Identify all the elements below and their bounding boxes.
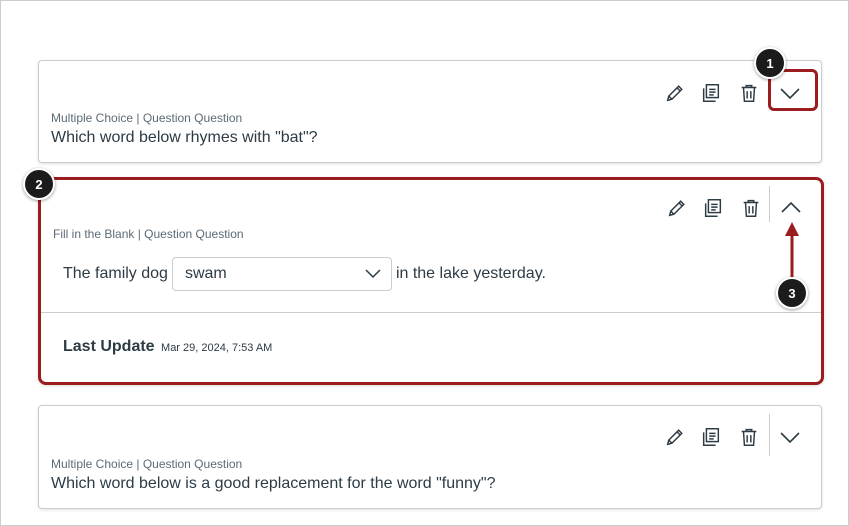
question-card-1: Multiple Choice | Question Question Whic… — [38, 60, 822, 163]
divider — [769, 186, 770, 222]
callout-arrow — [785, 222, 799, 280]
blank-suffix: in the lake yesterday. — [395, 265, 546, 282]
edit-icon[interactable] — [661, 423, 689, 451]
edit-icon[interactable] — [663, 194, 691, 222]
callout-badge-2: 2 — [23, 168, 55, 200]
copy-icon[interactable] — [699, 194, 727, 222]
copy-icon[interactable] — [697, 423, 725, 451]
callout-badge-3: 3 — [776, 277, 808, 309]
question-card-2: Fill in the Blank | Question Question Th… — [38, 177, 824, 385]
question-text: Which word below rhymes with "bat"? — [51, 129, 318, 146]
fill-in-blank-row: The family dog swam in the lake yesterda… — [63, 256, 546, 292]
trash-icon[interactable] — [735, 423, 763, 451]
answer-select[interactable]: swam — [171, 257, 392, 291]
trash-icon[interactable] — [735, 79, 763, 107]
question-meta: Multiple Choice | Question Question — [51, 111, 243, 125]
divider — [769, 414, 770, 456]
question-card-3: Multiple Choice | Question Question Whic… — [38, 405, 822, 509]
last-update-date: Mar 29, 2024, 7:53 AM — [161, 342, 273, 354]
chevron-down-icon[interactable] — [775, 423, 805, 451]
answer-select-value: swam — [184, 265, 227, 282]
copy-icon[interactable] — [697, 79, 725, 107]
last-update: Last Update Mar 29, 2024, 7:53 AM — [63, 338, 272, 356]
chevron-up-icon[interactable] — [776, 194, 806, 222]
blank-prefix: The family dog — [63, 265, 168, 282]
chevron-down-icon — [365, 269, 381, 279]
callout-badge-1: 1 — [754, 47, 786, 79]
trash-icon[interactable] — [737, 194, 765, 222]
question-meta: Multiple Choice | Question Question — [51, 457, 243, 471]
question-text: Which word below is a good replacement f… — [51, 475, 496, 492]
question-meta: Fill in the Blank | Question Question — [53, 227, 244, 241]
section-divider — [41, 312, 821, 313]
edit-icon[interactable] — [661, 79, 689, 107]
last-update-label: Last Update — [63, 338, 155, 355]
